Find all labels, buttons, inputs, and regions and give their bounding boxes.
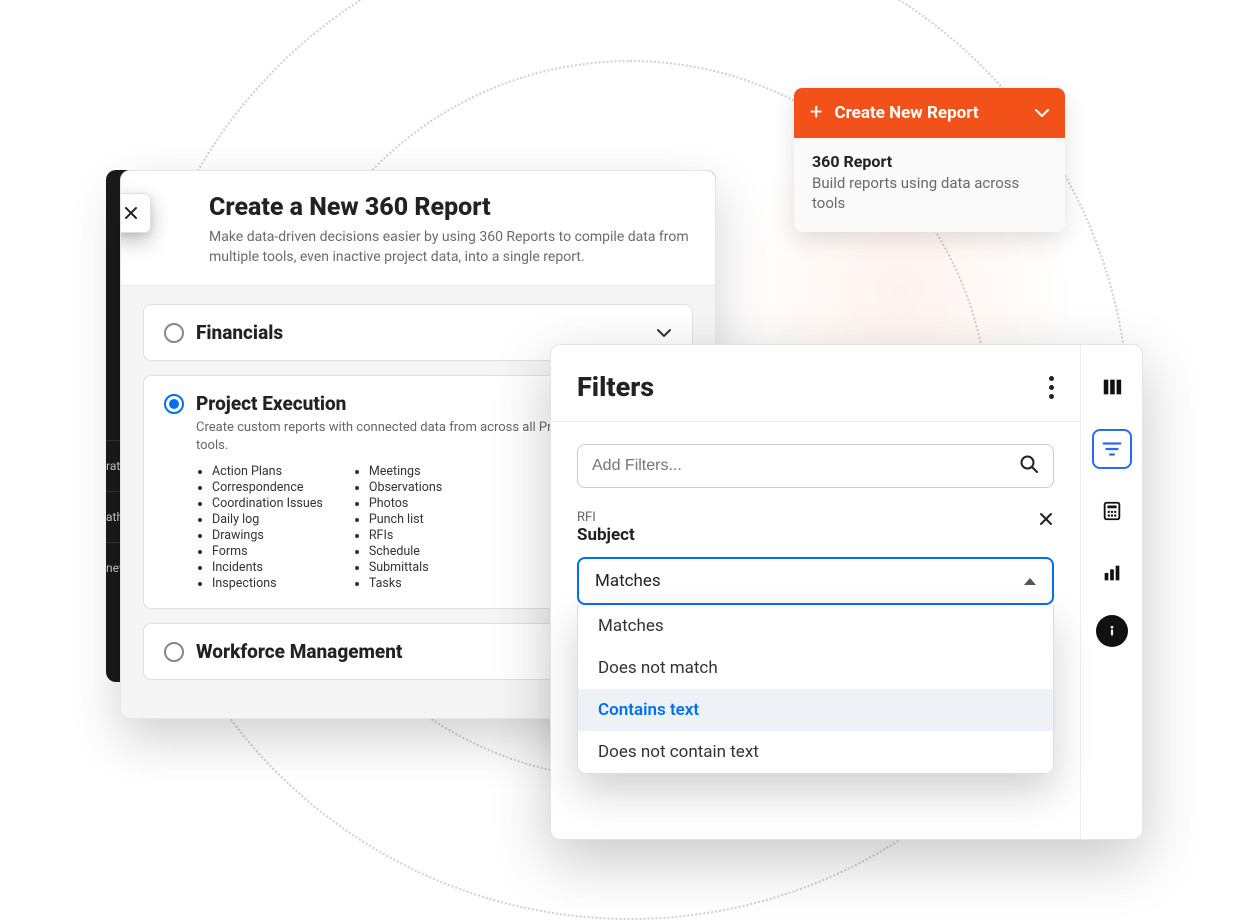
chevron-down-icon xyxy=(656,323,672,342)
list-item: Correspondence xyxy=(212,480,323,495)
filter-icon xyxy=(1101,438,1123,460)
list-item: Daily log xyxy=(212,512,323,527)
info-icon xyxy=(1103,622,1121,640)
filter-kicker: RFI xyxy=(577,510,635,525)
radio-unselected-icon xyxy=(164,323,184,343)
filters-title: Filters xyxy=(577,371,654,403)
list-item: Tasks xyxy=(369,576,442,591)
create-report-dropdown-item[interactable]: 360 Report Build reports using data acro… xyxy=(794,138,1065,232)
create-new-report-label: Create New Report xyxy=(834,103,1023,123)
list-item: Incidents xyxy=(212,560,323,575)
list-item: Schedule xyxy=(369,544,442,559)
modal-title: Create a New 360 Report xyxy=(209,193,689,222)
dropdown-option[interactable]: Does not match xyxy=(578,647,1053,689)
add-filters-search[interactable] xyxy=(577,444,1054,488)
list-item: RFIs xyxy=(369,528,442,543)
filter-operator-dropdown: Matches Does not match Contains text Doe… xyxy=(577,605,1054,774)
bar-chart-icon xyxy=(1101,562,1123,584)
list-item: Photos xyxy=(369,496,442,511)
list-item: Forms xyxy=(212,544,323,559)
select-value: Matches xyxy=(595,571,661,591)
filter-operator-select[interactable]: Matches xyxy=(577,557,1054,605)
columns-tool[interactable] xyxy=(1092,367,1132,407)
columns-icon xyxy=(1101,376,1123,398)
modal-subtitle: Make data-driven decisions easier by usi… xyxy=(209,228,689,267)
create-new-report-button[interactable]: + Create New Report xyxy=(794,88,1065,138)
list-item: Observations xyxy=(369,480,442,495)
radio-selected-icon xyxy=(164,394,184,414)
kebab-menu-icon[interactable] xyxy=(1049,376,1054,399)
filter-tool[interactable] xyxy=(1092,429,1132,469)
chart-tool[interactable] xyxy=(1092,553,1132,593)
option-financials-label: Financials xyxy=(196,321,644,344)
list-item: Inspections xyxy=(212,576,323,591)
close-icon xyxy=(1038,511,1054,527)
modal-header: Create a New 360 Report Make data-driven… xyxy=(121,171,715,286)
search-icon xyxy=(1019,454,1039,478)
tool-list-left: Action Plans Correspondence Coordination… xyxy=(196,464,323,592)
filter-block-subject: RFI Subject Matches Matches Does not mat… xyxy=(577,510,1054,605)
list-item: Meetings xyxy=(369,464,442,479)
close-icon xyxy=(123,205,139,221)
dropdown-item-title: 360 Report xyxy=(812,152,1047,171)
dropdown-option[interactable]: Does not contain text xyxy=(578,731,1053,773)
radio-unselected-icon xyxy=(164,642,184,662)
dropdown-option[interactable]: Matches xyxy=(578,605,1053,647)
remove-filter-button[interactable] xyxy=(1038,510,1054,530)
list-item: Coordination Issues xyxy=(212,496,323,511)
divider xyxy=(551,421,1080,422)
list-item: Drawings xyxy=(212,528,323,543)
calculator-icon xyxy=(1101,500,1123,522)
list-item: Punch list xyxy=(369,512,442,527)
list-item: Action Plans xyxy=(212,464,323,479)
caret-down-icon xyxy=(1035,108,1049,118)
create-report-menu: + Create New Report 360 Report Build rep… xyxy=(794,88,1065,232)
triangle-up-icon xyxy=(1024,578,1036,585)
info-tool[interactable] xyxy=(1096,615,1128,647)
close-button[interactable] xyxy=(120,193,151,233)
calculator-tool[interactable] xyxy=(1092,491,1132,531)
tool-list-right: Meetings Observations Photos Punch list … xyxy=(353,464,442,592)
add-filters-input[interactable] xyxy=(592,457,1019,475)
dropdown-option-active[interactable]: Contains text xyxy=(578,689,1053,731)
filters-panel: Filters RFI Subject Mat xyxy=(550,344,1143,840)
filter-label: Subject xyxy=(577,525,635,545)
plus-icon: + xyxy=(810,102,822,124)
filters-main: Filters RFI Subject Mat xyxy=(551,345,1080,839)
dropdown-item-subtitle: Build reports using data across tools xyxy=(812,173,1047,214)
list-item: Submittals xyxy=(369,560,442,575)
filters-sidebar-tools xyxy=(1080,345,1142,839)
